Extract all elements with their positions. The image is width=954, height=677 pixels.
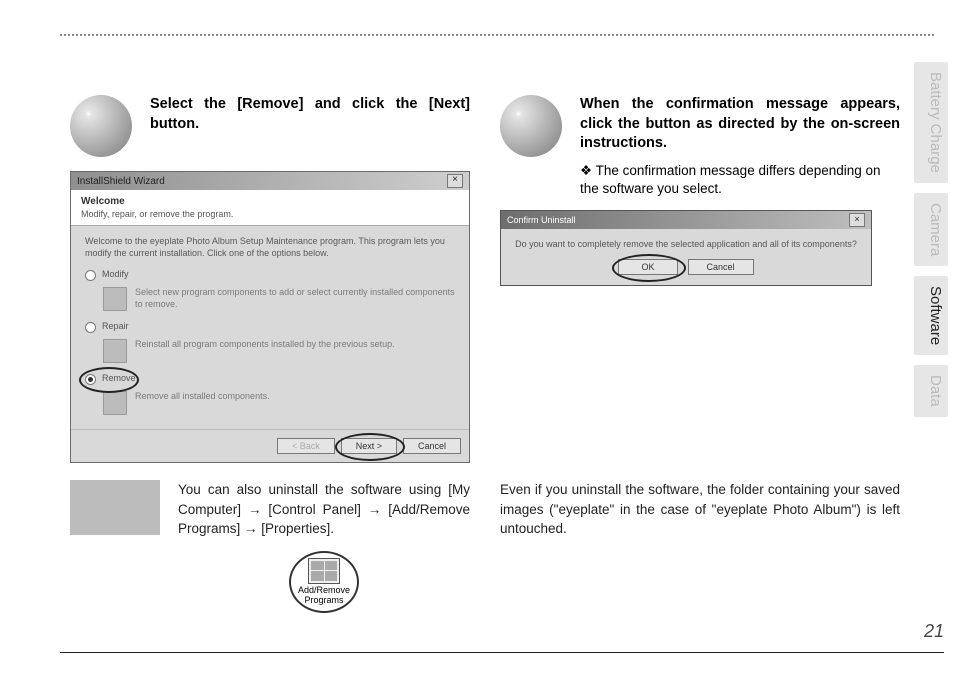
note-prefix-icon: ❖ [580,163,592,178]
bullet-sphere-icon [500,95,562,157]
confirm-dialog: Confirm Uninstall × Do you want to compl… [500,210,872,286]
cancel-button[interactable]: Cancel [403,438,461,454]
page-number: 21 [924,621,944,642]
close-icon[interactable]: × [849,213,865,227]
window-grid-icon [308,558,340,584]
option-repair[interactable]: Repair [85,321,455,333]
radio-icon [85,322,96,333]
dialog-header-title: Welcome [81,196,459,207]
dialog-title-text: InstallShield Wizard [77,176,165,187]
modify-desc: Select new program components to add or … [135,287,455,310]
repair-desc: Reinstall all program components install… [135,339,395,351]
dialog-body: Welcome to the eyeplate Photo Album Setu… [71,226,469,429]
side-tabs: Battery Charge Camera Software Data [914,62,948,417]
option-modify-label: Modify [102,269,129,279]
icon-label-2: Programs [304,596,343,606]
close-icon[interactable]: × [447,174,463,188]
remove-desc: Remove all installed components. [135,391,270,403]
right-note: ❖ The confirmation message differs depen… [580,162,900,198]
option-remove[interactable]: Remove [85,373,455,385]
top-dotted-divider [60,34,934,36]
confirm-msg: Do you want to completely remove the sel… [511,239,861,249]
option-modify[interactable]: Modify [85,269,455,281]
dialog-titlebar: InstallShield Wizard × [71,172,469,190]
left-column: Select the [Remove] and click the [Next]… [70,95,470,463]
bottom-left-block: You can also uninstall the software usin… [70,480,470,613]
tab-battery[interactable]: Battery Charge [914,62,948,183]
radio-icon [85,270,96,281]
footer-divider [60,652,944,653]
confirm-titlebar: Confirm Uninstall × [501,211,871,229]
dialog-footer: < Back Next > Cancel [71,429,469,462]
tab-data[interactable]: Data [914,365,948,417]
bottom-left-text: You can also uninstall the software usin… [178,480,470,539]
right-heading: When the confirmation message appears, c… [580,95,900,154]
add-remove-programs-icon: Add/Remove Programs [289,551,359,613]
gray-square-icon [70,480,160,535]
ok-button[interactable]: OK [618,259,677,275]
dialog-header: Welcome Modify, repair, or remove the pr… [71,190,469,226]
dialog-header-sub: Modify, repair, or remove the program. [81,209,459,219]
repair-icon [103,339,127,363]
option-repair-label: Repair [102,321,129,331]
right-column: When the confirmation message appears, c… [500,95,900,463]
left-heading: Select the [Remove] and click the [Next]… [150,95,470,134]
back-button: < Back [277,438,335,454]
tab-camera[interactable]: Camera [914,193,948,266]
bottom-right-text: Even if you uninstall the software, the … [500,480,900,539]
remove-highlight-circle [79,367,139,393]
installshield-dialog: InstallShield Wizard × Welcome Modify, r… [70,171,470,463]
bullet-sphere-icon [70,95,132,157]
cancel-button[interactable]: Cancel [688,259,754,275]
tab-software[interactable]: Software [914,276,948,355]
modify-icon [103,287,127,311]
confirm-title-text: Confirm Uninstall [507,215,576,225]
note-text: The confirmation message differs dependi… [580,163,881,196]
next-button[interactable]: Next > [341,438,397,454]
dialog-body-msg: Welcome to the eyeplate Photo Album Setu… [85,236,455,259]
remove-icon [103,391,127,415]
bottom-right-block: Even if you uninstall the software, the … [500,480,900,613]
